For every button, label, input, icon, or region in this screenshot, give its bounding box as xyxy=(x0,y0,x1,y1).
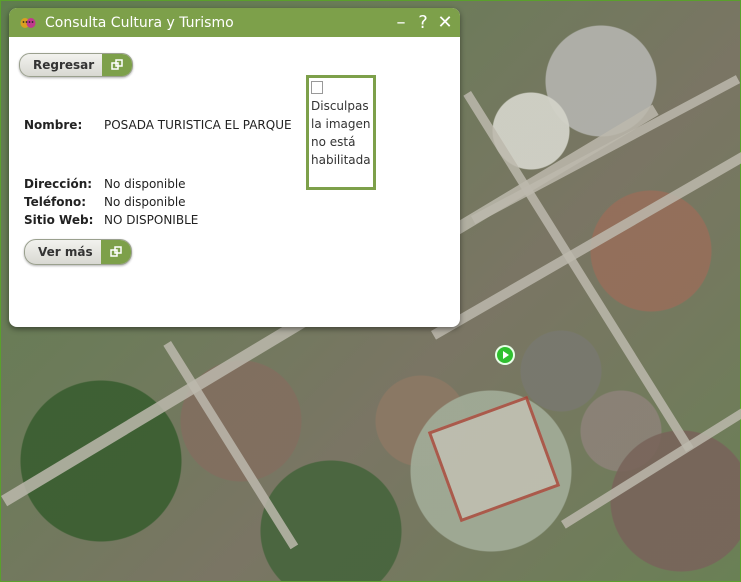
map-road xyxy=(463,91,694,452)
map-road xyxy=(431,151,741,340)
map-road xyxy=(561,404,741,529)
theater-masks-icon xyxy=(20,17,36,28)
popup-title: Consulta Cultura y Turismo xyxy=(45,14,234,31)
place-image: Disculpas la imagen no está habilitada xyxy=(306,75,376,190)
help-button[interactable]: ? xyxy=(412,8,434,37)
image-alt-text: Disculpas la imagen no está habilitada xyxy=(311,99,371,167)
info-popup: Consulta Cultura y Turismo – ? ✕ Regresa… xyxy=(9,8,460,327)
telefono-label: Teléfono: xyxy=(24,195,87,209)
popup-header: Consulta Cultura y Turismo – ? ✕ xyxy=(9,8,460,37)
close-button[interactable]: ✕ xyxy=(434,8,456,37)
sitio-web-value: NO DISPONIBLE xyxy=(104,213,199,227)
map-marker-icon[interactable] xyxy=(497,347,513,363)
back-button[interactable]: Regresar xyxy=(19,53,134,77)
minimize-button[interactable]: – xyxy=(390,8,412,37)
map-road xyxy=(163,341,299,550)
external-window-icon xyxy=(100,240,131,264)
back-button-label: Regresar xyxy=(33,58,95,72)
town-plaza xyxy=(427,395,561,523)
nombre-value: POSADA TURISTICA EL PARQUE xyxy=(104,118,292,132)
direccion-label: Dirección: xyxy=(24,177,93,191)
direccion-value: No disponible xyxy=(104,177,186,191)
map-road xyxy=(471,75,741,224)
nombre-label: Nombre: xyxy=(24,118,83,132)
ver-mas-button[interactable]: Ver más xyxy=(24,239,132,265)
telefono-value: No disponible xyxy=(104,195,186,209)
broken-image-icon xyxy=(311,81,323,94)
sitio-web-label: Sitio Web: xyxy=(24,213,94,227)
external-window-icon xyxy=(102,54,133,76)
ver-mas-button-label: Ver más xyxy=(38,245,93,259)
